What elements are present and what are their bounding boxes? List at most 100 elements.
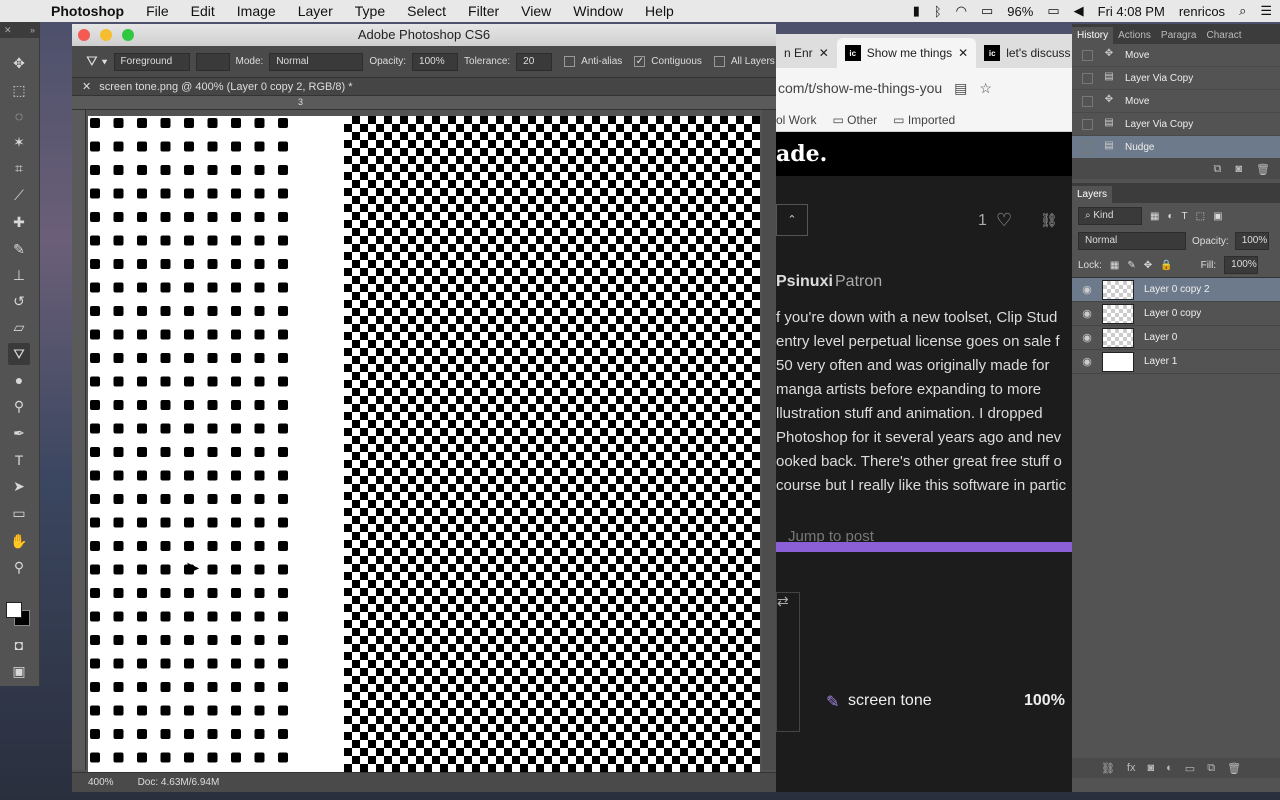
layer-style-icon[interactable]: fx	[1127, 762, 1136, 774]
all-layers-checkbox[interactable]	[713, 56, 725, 67]
menu-image[interactable]: Image	[226, 3, 287, 19]
volume-icon[interactable]: ◀	[1074, 3, 1084, 19]
mode-select[interactable]: Normal	[269, 52, 364, 71]
history-item[interactable]: ✥ Move	[1072, 44, 1280, 67]
type-tool-icon[interactable]: T	[8, 449, 30, 471]
reader-view-icon[interactable]: ▤	[954, 80, 967, 97]
history-snapshot-checkbox[interactable]	[1082, 141, 1093, 153]
lock-position-icon[interactable]: ✥	[1144, 260, 1152, 271]
battery-icon[interactable]: ▭	[1047, 3, 1059, 19]
browser-tab-active[interactable]: ic Show me things ✕	[836, 38, 977, 68]
visibility-eye-icon[interactable]: ◉	[1072, 355, 1102, 368]
close-tab-icon[interactable]: ✕	[82, 81, 91, 93]
marquee-tool-icon[interactable]: ⬚	[8, 79, 30, 101]
tab-history[interactable]: History	[1072, 27, 1114, 44]
bookmark-item[interactable]: ol Work	[776, 113, 816, 127]
rectangle-tool-icon[interactable]: ▭	[8, 502, 30, 524]
new-group-icon[interactable]: ▭	[1185, 762, 1195, 775]
layer-opacity-input[interactable]: 100%	[1234, 232, 1269, 250]
collapse-icon[interactable]: »	[30, 25, 35, 35]
layer-row[interactable]: ◉ Layer 0	[1072, 326, 1280, 350]
menu-type[interactable]: Type	[344, 3, 396, 19]
anti-alias-checkbox[interactable]	[564, 56, 576, 67]
lasso-tool-icon[interactable]: ◌	[8, 105, 30, 127]
brush-tool-icon[interactable]: ✎	[8, 238, 30, 260]
visibility-eye-icon[interactable]: ◉	[1072, 331, 1102, 344]
history-item[interactable]: ▤ Layer Via Copy	[1072, 113, 1280, 136]
menu-help[interactable]: Help	[634, 3, 685, 19]
browser-tab[interactable]: n Enr ✕	[776, 38, 837, 68]
history-item[interactable]: ▤ Layer Via Copy	[1072, 67, 1280, 90]
close-icon[interactable]: ✕	[819, 46, 829, 60]
horizontal-ruler[interactable]: 3	[72, 96, 776, 110]
menu-window[interactable]: Window	[562, 3, 634, 19]
crop-tool-icon[interactable]: ⌗	[8, 157, 30, 179]
zoom-tool-icon[interactable]: ⚲	[8, 556, 30, 578]
add-mask-icon[interactable]: ◙	[1147, 762, 1154, 774]
zoom-level[interactable]: 400%	[88, 777, 114, 788]
filter-pixel-icon[interactable]: ▦	[1150, 211, 1159, 222]
layer-row[interactable]: ◉ Layer 1	[1072, 350, 1280, 374]
close-icon[interactable]: ✕	[4, 25, 12, 36]
paint-bucket-preset-icon[interactable]: ⛛ ▾	[86, 53, 108, 70]
link-layers-icon[interactable]: ⛓	[1101, 762, 1115, 775]
hand-tool-icon[interactable]: ✋	[8, 530, 30, 552]
filter-adjustment-icon[interactable]: ◐	[1167, 211, 1173, 222]
link-icon[interactable]: ⛓	[1040, 212, 1058, 229]
healing-brush-tool-icon[interactable]: ✚	[8, 211, 30, 233]
spotlight-search-icon[interactable]: ⌕	[1239, 3, 1246, 19]
quick-mask-icon[interactable]: ◘	[8, 634, 30, 656]
doc-size[interactable]: Doc: 4.63M/6.94M	[138, 777, 220, 788]
battery-percent[interactable]: 96%	[1007, 4, 1033, 19]
menu-edit[interactable]: Edit	[180, 3, 226, 19]
browser-tab[interactable]: ic let's discuss	[976, 38, 1072, 68]
new-document-from-state-icon[interactable]: ⧉	[1214, 163, 1222, 176]
adjustment-layer-icon[interactable]: ◐	[1166, 762, 1173, 774]
layer-fill-input[interactable]: 100%	[1224, 256, 1259, 274]
clone-stamp-tool-icon[interactable]: ⊥	[8, 264, 30, 286]
bluetooth-icon[interactable]: ᛒ	[934, 4, 942, 19]
history-item-selected[interactable]: ▤ Nudge	[1072, 136, 1280, 159]
blend-mode-select[interactable]: Normal	[1078, 232, 1186, 250]
user-name[interactable]: renricos	[1179, 4, 1225, 19]
address-bar[interactable]: com/t/show-me-things-you ▤ ☆	[776, 68, 1072, 108]
history-snapshot-checkbox[interactable]	[1082, 118, 1093, 130]
fill-source-select[interactable]: Foreground	[113, 52, 190, 71]
collapse-up-icon[interactable]: ⌃	[776, 204, 808, 236]
opacity-input[interactable]: 100%	[412, 52, 459, 71]
tab-layers[interactable]: Layers	[1072, 186, 1113, 203]
menu-file[interactable]: File	[135, 3, 180, 19]
post-author[interactable]: Psinuxi	[776, 273, 833, 291]
lock-image-icon[interactable]: ✎	[1127, 260, 1135, 271]
new-layer-icon[interactable]: ⧉	[1207, 762, 1215, 775]
layer-row[interactable]: ◉ Layer 0 copy 2	[1072, 278, 1280, 302]
filter-shape-icon[interactable]: ⬚	[1196, 211, 1205, 222]
document-tab[interactable]: ✕ screen tone.png @ 400% (Layer 0 copy 2,…	[72, 78, 776, 96]
bookmark-star-icon[interactable]: ☆	[979, 80, 992, 97]
swap-icon[interactable]: ⇄	[777, 593, 789, 609]
airplay-icon[interactable]: ▭	[981, 3, 993, 19]
camera-snapshot-icon[interactable]: ◙	[1235, 163, 1242, 175]
tab-actions[interactable]: Actions	[1113, 27, 1156, 44]
layer-row[interactable]: ◉ Layer 0 copy	[1072, 302, 1280, 326]
history-snapshot-checkbox[interactable]	[1082, 95, 1093, 107]
trash-icon[interactable]: 🗑	[1227, 762, 1241, 775]
vertical-ruler[interactable]	[72, 110, 86, 770]
blur-tool-icon[interactable]: ●	[8, 369, 30, 391]
notification-center-icon[interactable]: ☰	[1260, 3, 1272, 19]
close-window-icon[interactable]	[78, 29, 90, 41]
pattern-picker[interactable]	[195, 52, 230, 71]
bookmark-folder[interactable]: ▭ Imported	[893, 113, 955, 127]
foreground-color-swatch[interactable]	[6, 602, 22, 618]
menu-layer[interactable]: Layer	[287, 3, 344, 19]
lock-all-icon[interactable]: 🔒	[1160, 260, 1172, 271]
move-tool-icon[interactable]: ✥	[8, 52, 30, 74]
clock[interactable]: Fri 4:08 PM	[1098, 4, 1165, 19]
eyedropper-tool-icon[interactable]: ⟋	[8, 184, 30, 206]
history-brush-tool-icon[interactable]: ↺	[8, 290, 30, 312]
menu-app-name[interactable]: Photoshop	[40, 3, 135, 19]
path-selection-tool-icon[interactable]: ➤	[8, 475, 30, 497]
lock-transparent-icon[interactable]: ▦	[1110, 260, 1119, 271]
bookmark-folder[interactable]: ▭ Other	[832, 113, 877, 127]
wifi-icon[interactable]: ◠	[956, 3, 967, 19]
